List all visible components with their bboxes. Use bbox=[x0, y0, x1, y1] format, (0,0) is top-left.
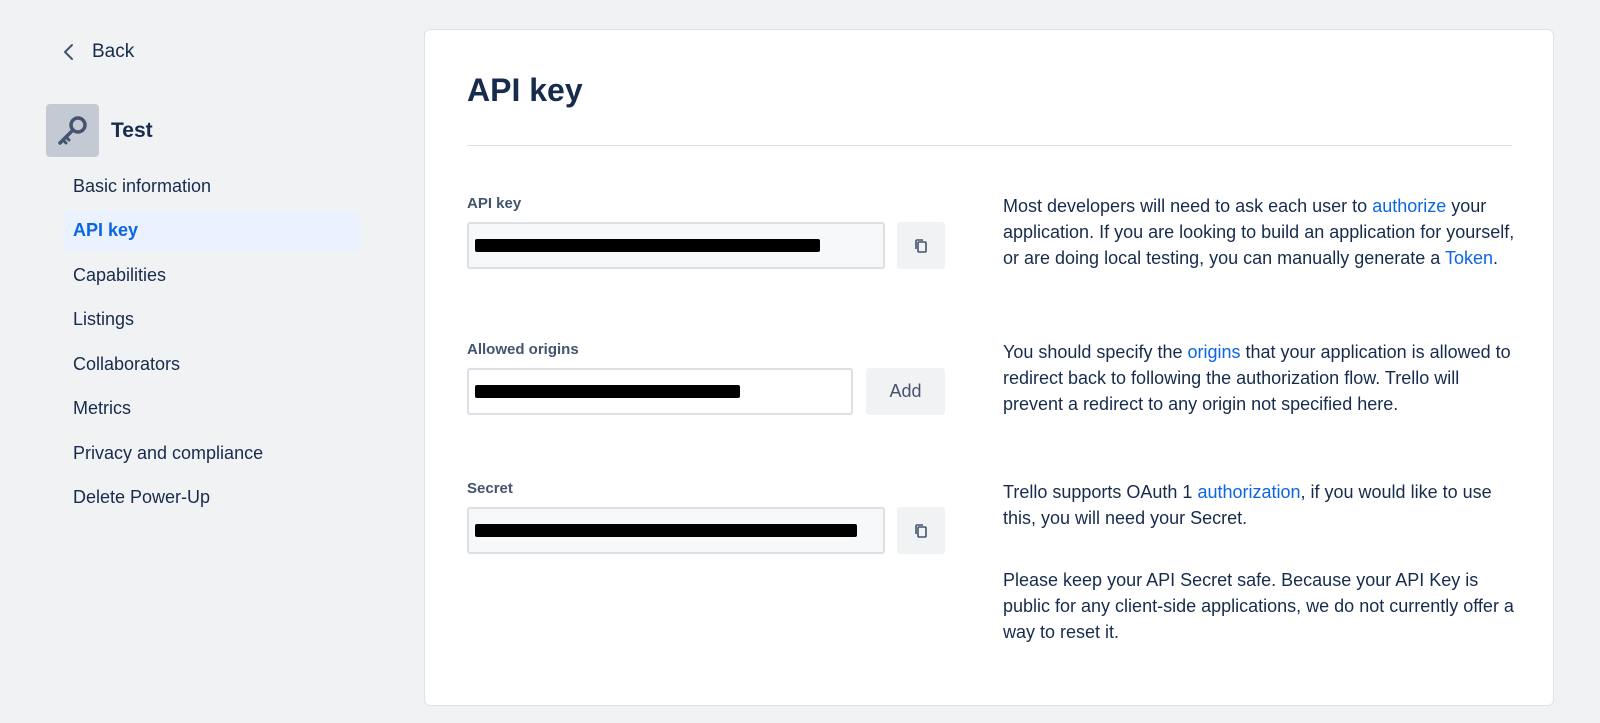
sidebar-item-label: Collaborators bbox=[73, 353, 181, 374]
allowed-origins-label: Allowed origins bbox=[467, 341, 579, 358]
app-header: Test bbox=[46, 104, 153, 157]
sidebar-item-label: API key bbox=[73, 220, 139, 240]
copy-icon bbox=[915, 523, 927, 538]
api-key-field[interactable] bbox=[467, 222, 885, 269]
divider bbox=[467, 145, 1512, 146]
origins-link[interactable]: origins bbox=[1187, 342, 1240, 362]
redacted-value bbox=[475, 524, 857, 537]
description-text: Most developers will need to ask each us… bbox=[1003, 196, 1373, 216]
description-text: Trello supports OAuth 1 bbox=[1003, 482, 1198, 502]
api-key-description: Most developers will need to ask each us… bbox=[1003, 193, 1523, 271]
token-link[interactable]: Token bbox=[1445, 248, 1493, 268]
secret-description: Trello supports OAuth 1 authorization, i… bbox=[1003, 479, 1523, 531]
allowed-origins-description: You should specify the origins that your… bbox=[1003, 339, 1523, 417]
redacted-value bbox=[475, 385, 740, 398]
description-text: . bbox=[1493, 248, 1499, 268]
description-text: You should specify the bbox=[1003, 342, 1188, 362]
sidebar-item-label: Capabilities bbox=[73, 264, 167, 285]
secret-note: Please keep your API Secret safe. Becaus… bbox=[1003, 570, 1514, 642]
key-icon bbox=[57, 115, 87, 145]
sidebar-item-capabilities[interactable]: Capabilities bbox=[63, 255, 360, 295]
sidebar-nav: Basic information API key Capabilities L… bbox=[63, 166, 360, 522]
back-label: Back bbox=[92, 41, 135, 62]
sidebar-item-metrics[interactable]: Metrics bbox=[63, 389, 360, 429]
sidebar-item-collaborators[interactable]: Collaborators bbox=[63, 344, 360, 384]
app-name: Test bbox=[111, 118, 153, 142]
sidebar-item-label: Basic information bbox=[73, 175, 212, 196]
sidebar-item-label: Listings bbox=[73, 309, 135, 329]
sidebar-item-listings[interactable]: Listings bbox=[63, 300, 360, 340]
allowed-origins-input[interactable] bbox=[467, 368, 853, 415]
page-title: API key bbox=[467, 72, 583, 108]
chevron-left-icon bbox=[64, 44, 73, 60]
add-origin-button[interactable]: Add bbox=[866, 368, 945, 415]
authorize-link[interactable]: authorize bbox=[1372, 196, 1446, 216]
sidebar-item-label: Delete Power-Up bbox=[73, 487, 211, 507]
api-key-label: API key bbox=[467, 195, 522, 212]
copy-icon bbox=[915, 238, 927, 253]
copy-secret-button[interactable] bbox=[897, 507, 945, 554]
secret-field[interactable] bbox=[467, 507, 885, 554]
secret-label: Secret bbox=[467, 480, 513, 497]
app-avatar bbox=[46, 104, 99, 157]
sidebar-item-label: Privacy and compliance bbox=[73, 442, 264, 463]
sidebar-item-basic-information[interactable]: Basic information bbox=[63, 166, 360, 206]
sidebar-item-label: Metrics bbox=[73, 398, 131, 418]
sidebar-item-delete-power-up[interactable]: Delete Power-Up bbox=[63, 478, 360, 518]
authorization-link[interactable]: authorization bbox=[1197, 482, 1300, 502]
copy-api-key-button[interactable] bbox=[897, 222, 945, 269]
main-panel: API key API key Most developers will nee… bbox=[424, 29, 1554, 706]
sidebar-item-api-key[interactable]: API key bbox=[63, 210, 360, 251]
back-link[interactable]: Back bbox=[60, 36, 134, 68]
redacted-value bbox=[475, 239, 820, 252]
sidebar-item-privacy-and-compliance[interactable]: Privacy and compliance bbox=[63, 433, 360, 473]
